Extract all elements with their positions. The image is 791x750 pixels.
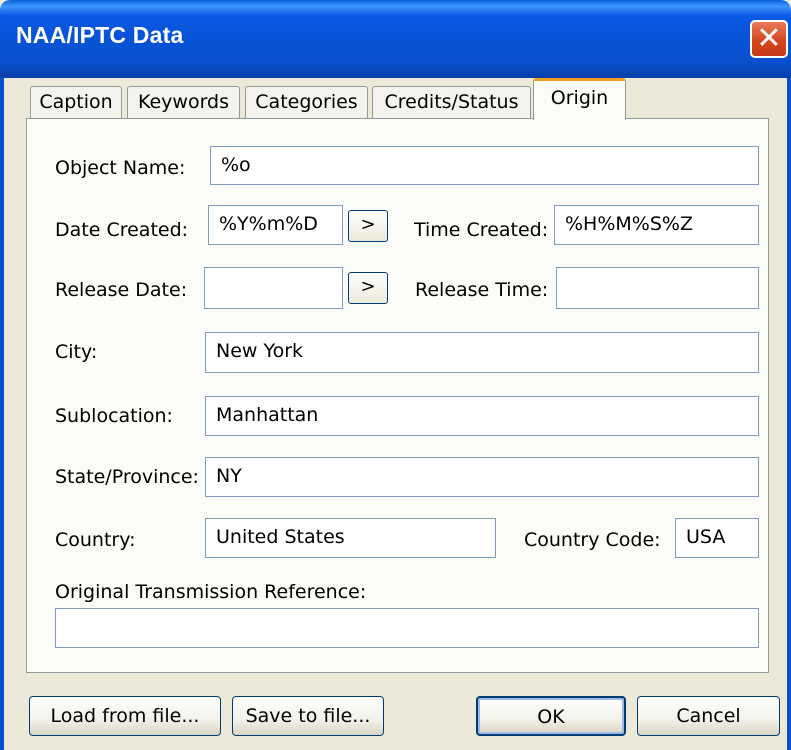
dialog-window: NAA/IPTC Data ✕ Caption Keywords Categor… <box>0 0 791 750</box>
tab-origin[interactable]: Origin <box>533 78 626 120</box>
tab-categories[interactable]: Categories <box>245 86 368 118</box>
time-created-field[interactable]: %H%M%S%Z <box>554 205 759 245</box>
country-field[interactable]: United States <box>205 518 496 558</box>
close-button[interactable]: ✕ <box>750 20 788 58</box>
date-created-picker-button[interactable]: > <box>348 210 388 242</box>
sublocation-field[interactable]: Manhattan <box>205 396 759 436</box>
tab-caption[interactable]: Caption <box>30 86 122 118</box>
original-transmission-reference-field[interactable] <box>55 608 759 648</box>
city-field[interactable]: New York <box>205 332 759 373</box>
window-frame-left <box>0 78 4 750</box>
tab-keywords[interactable]: Keywords <box>127 86 240 118</box>
ok-button[interactable]: OK <box>476 696 626 736</box>
load-from-file-button[interactable]: Load from file... <box>29 696 221 736</box>
cancel-button[interactable]: Cancel <box>637 696 780 736</box>
release-date-field[interactable] <box>204 267 343 309</box>
window-frame-right <box>787 78 791 750</box>
save-to-file-button[interactable]: Save to file... <box>232 696 384 736</box>
close-icon: ✕ <box>756 21 782 56</box>
window-title: NAA/IPTC Data <box>16 22 184 48</box>
release-time-field[interactable] <box>556 267 759 309</box>
object-name-field[interactable]: %o <box>210 146 759 185</box>
state-province-field[interactable]: NY <box>205 457 759 497</box>
date-created-field[interactable]: %Y%m%D <box>208 205 343 245</box>
tab-credits-status[interactable]: Credits/Status <box>372 86 531 118</box>
country-code-field[interactable]: USA <box>675 518 759 558</box>
title-bar[interactable]: NAA/IPTC Data ✕ <box>0 0 791 78</box>
release-date-picker-button[interactable]: > <box>348 272 388 304</box>
